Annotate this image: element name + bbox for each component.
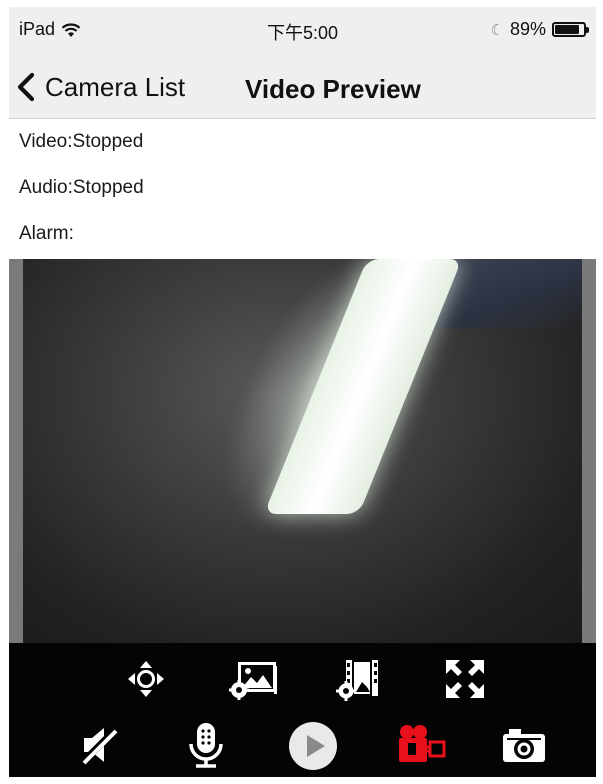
ptz-direction-icon — [128, 661, 164, 697]
snapshot-button[interactable] — [497, 721, 551, 769]
image-settings-button[interactable] — [225, 655, 283, 703]
microphone-icon — [189, 723, 223, 768]
fullscreen-icon — [446, 660, 484, 698]
back-button-label: Camera List — [45, 71, 186, 102]
stream-status-panel: Video:Stopped Audio:Stopped Alarm: — [9, 119, 596, 259]
page-title: Video Preview — [245, 74, 421, 104]
battery-percent: 89% — [509, 19, 546, 39]
ptz-direction-button[interactable] — [121, 655, 171, 703]
control-toolbar-top — [9, 643, 596, 713]
record-video-icon — [399, 725, 446, 762]
snapshot-camera-icon — [503, 729, 545, 762]
do-not-disturb-icon: ☾ — [490, 21, 504, 39]
video-status: Video:Stopped — [19, 131, 144, 152]
play-icon — [289, 722, 337, 770]
back-button[interactable]: Camera List — [15, 67, 185, 107]
audio-status: Audio:Stopped — [19, 177, 144, 198]
navigation-bar: Camera List Video Preview — [9, 53, 596, 119]
image-settings-icon — [229, 662, 277, 700]
alarm-status: Alarm: — [19, 223, 74, 244]
video-settings-button[interactable] — [333, 655, 387, 703]
mute-speaker-icon — [79, 726, 119, 766]
microphone-button[interactable] — [181, 719, 231, 771]
control-toolbar-bottom — [9, 713, 596, 777]
app-frame: iPad 下午5:00 ☾ 89% Camera List Video Prev… — [9, 7, 596, 777]
video-border-right — [582, 259, 596, 643]
battery-icon — [552, 22, 589, 37]
status-bar: iPad 下午5:00 ☾ 89% — [9, 7, 596, 53]
video-settings-icon — [336, 660, 378, 701]
fullscreen-button[interactable] — [439, 655, 491, 703]
video-border-left — [9, 259, 23, 643]
chevron-left-icon — [17, 72, 35, 102]
play-button[interactable] — [285, 719, 341, 773]
video-preview[interactable] — [9, 259, 596, 643]
mute-button[interactable] — [75, 721, 125, 769]
status-right: ☾ 89% — [490, 19, 589, 40]
record-video-button[interactable] — [393, 721, 449, 769]
